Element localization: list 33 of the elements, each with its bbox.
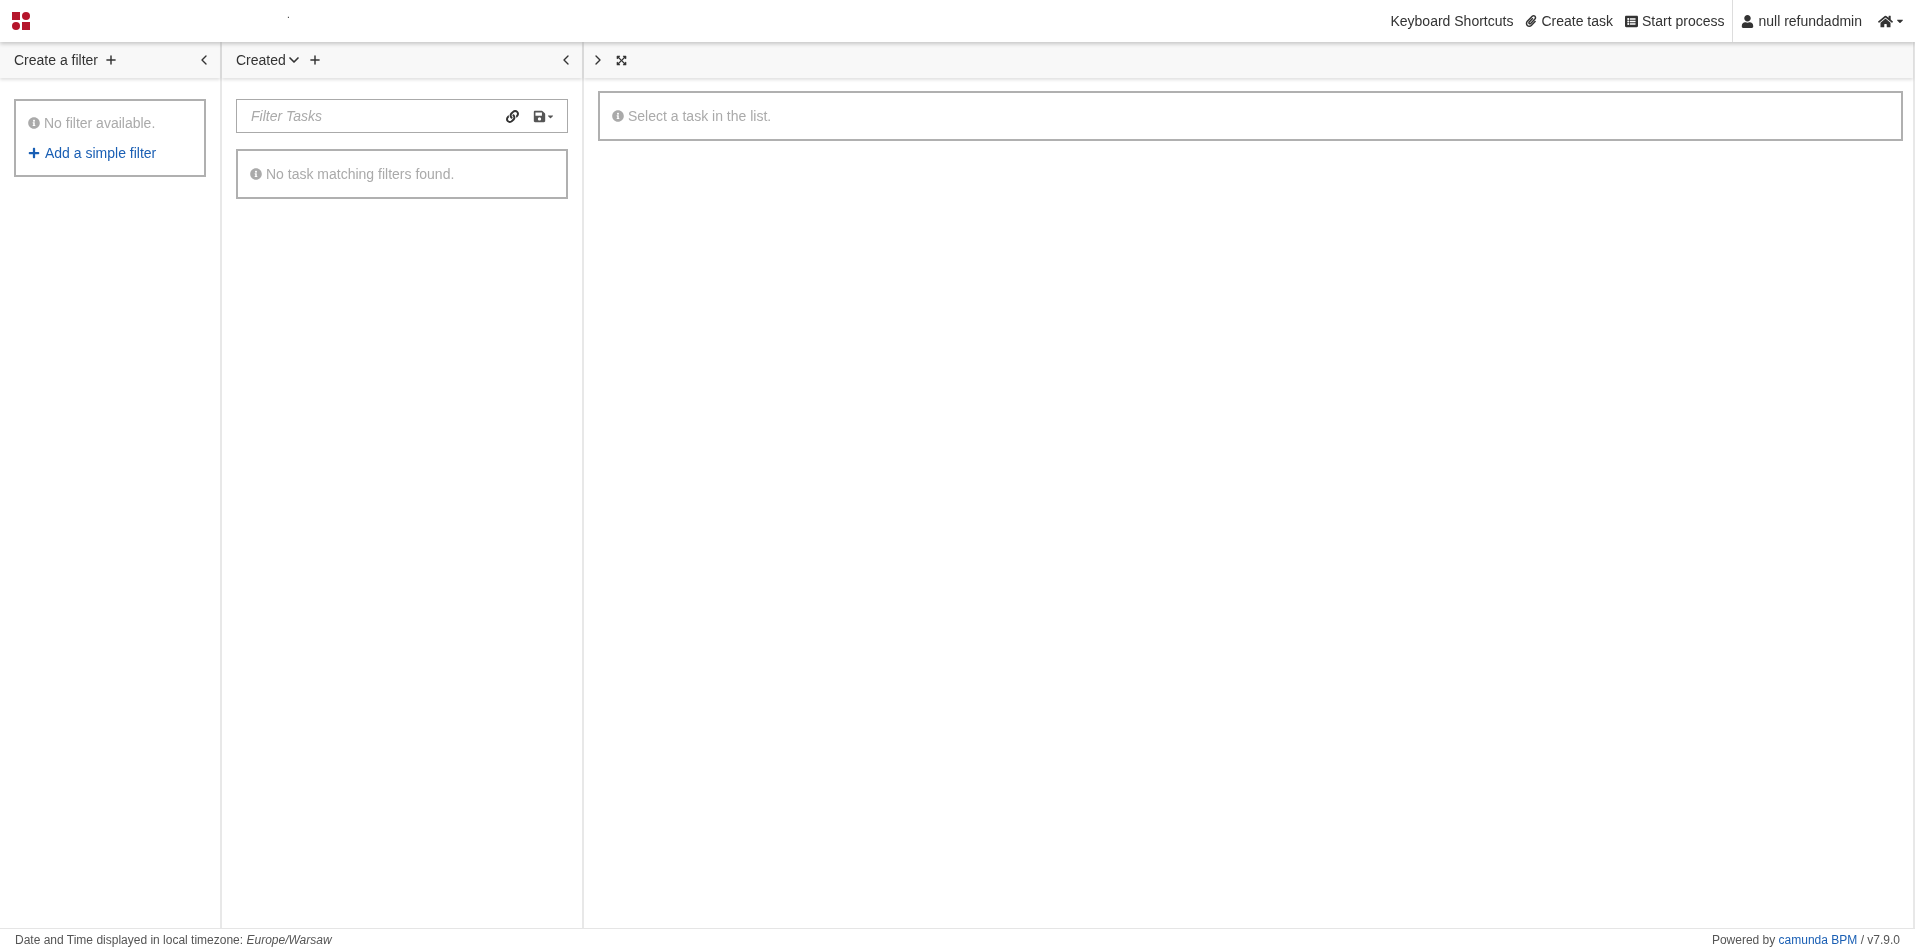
- info-icon: [28, 117, 40, 129]
- empty-message: No task matching filters found.: [266, 166, 455, 182]
- add-filter-link[interactable]: Add a simple filter: [28, 145, 192, 161]
- panel-title: Create a filter: [14, 52, 99, 68]
- home-icon: [1878, 13, 1893, 29]
- search-bar[interactable]: Filter Tasks: [236, 99, 568, 133]
- sort-dropdown[interactable]: Created: [236, 52, 302, 68]
- link-icon: [506, 109, 519, 123]
- powered-by-note: Powered by camunda BPM / v7.9.0: [1711, 933, 1900, 947]
- nav-link[interactable]: Keyboard Shortcuts: [1384, 0, 1520, 42]
- expand-arrows-icon: [616, 54, 627, 66]
- plus-icon: [104, 53, 119, 67]
- nav-link[interactable]: Start process: [1619, 0, 1731, 42]
- paperclip-icon: [1525, 15, 1538, 27]
- timezone-note: Date and Time displayed in local timezone: Europe/Warsaw: [15, 933, 332, 947]
- info-icon: [612, 110, 624, 122]
- list-icon: [1625, 14, 1638, 28]
- nav-link[interactable]: null refundadmin: [1735, 0, 1868, 42]
- add-sort-button[interactable]: [307, 53, 322, 67]
- empty-message: No filter available.: [44, 115, 156, 131]
- maximize-button[interactable]: [616, 54, 627, 66]
- nav-link[interactable]: Create task: [1519, 0, 1619, 42]
- user-icon: [1741, 14, 1755, 28]
- plus-icon: [28, 147, 40, 159]
- logo-icon: [11, 11, 31, 31]
- brand-name: .: [287, 8, 290, 20]
- add-filter-button[interactable]: [104, 53, 119, 67]
- save-menu-button[interactable]: [533, 109, 555, 123]
- link-button[interactable]: [506, 109, 519, 123]
- plus-icon: [307, 53, 322, 67]
- empty-message: Select a task in the list.: [628, 108, 772, 124]
- info-icon: [250, 168, 262, 180]
- camunda-link[interactable]: camunda BPM: [1778, 933, 1858, 947]
